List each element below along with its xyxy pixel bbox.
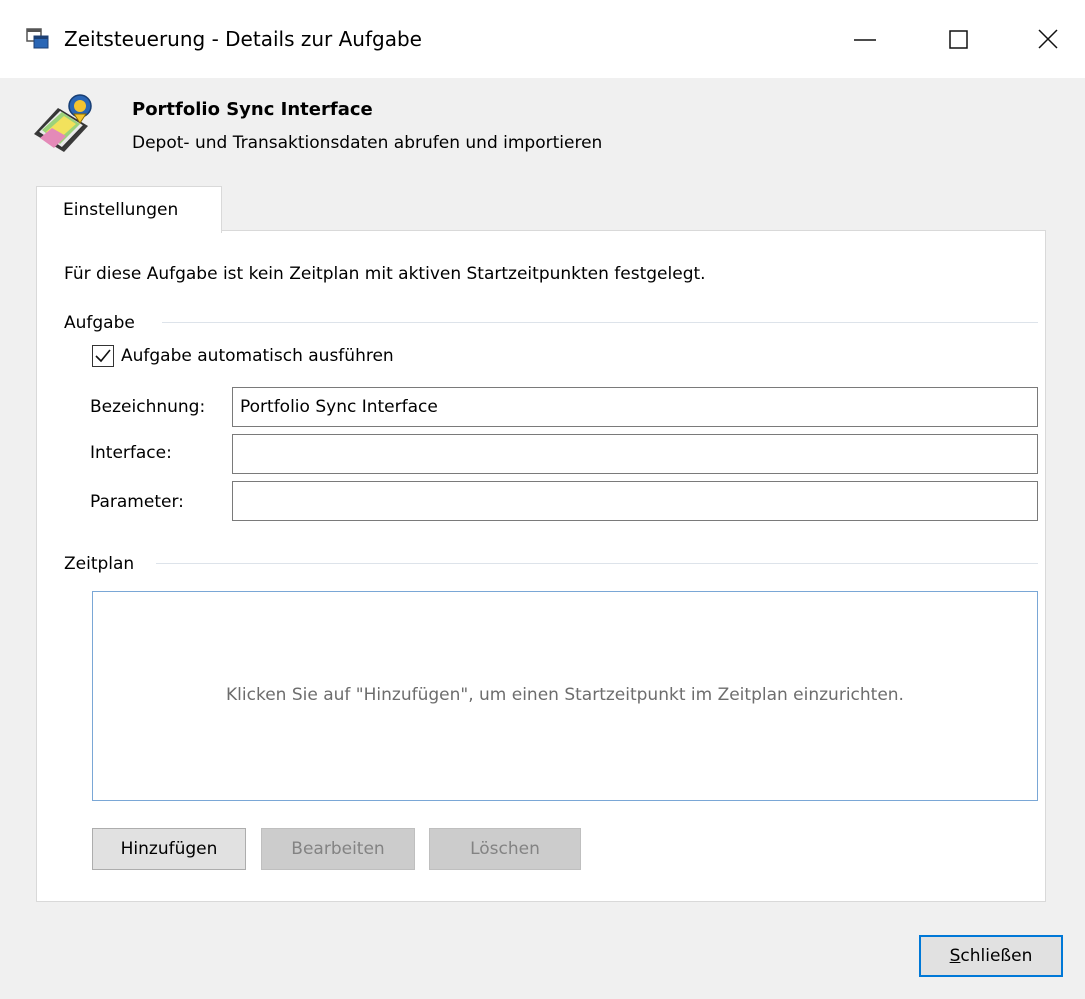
minimize-icon [854, 39, 876, 41]
maximize-icon [949, 30, 968, 49]
parameter-field[interactable] [232, 481, 1038, 521]
schedule-info-text: Für diese Aufgabe ist kein Zeitplan mit … [64, 264, 706, 284]
close-button[interactable]: Schließen [919, 935, 1063, 977]
auto-run-label[interactable]: Aufgabe automatisch ausführen [121, 344, 394, 368]
schedule-group-label: Zeitplan [64, 554, 135, 574]
group-divider [156, 563, 1038, 564]
bezeichnung-field[interactable] [232, 387, 1038, 427]
close-window-button[interactable] [1021, 18, 1075, 62]
minimize-button[interactable] [838, 18, 892, 62]
group-divider [162, 322, 1038, 323]
checkmark-icon [95, 349, 111, 363]
auto-run-checkbox[interactable] [92, 345, 114, 367]
title-bar: Zeitsteuerung - Details zur Aufgabe [0, 0, 1085, 78]
interface-label: Interface: [90, 443, 172, 463]
parameter-label: Parameter: [90, 492, 184, 512]
close-label: chließen [960, 946, 1033, 966]
tab-einstellungen[interactable]: Einstellungen [36, 186, 222, 233]
task-scheduler-icon [26, 28, 49, 49]
portfolio-sync-icon [34, 94, 92, 152]
maximize-button[interactable] [932, 18, 986, 62]
add-schedule-button[interactable]: Hinzufügen [92, 828, 246, 870]
edit-schedule-button[interactable]: Bearbeiten [261, 828, 415, 870]
task-group-label: Aufgabe [64, 313, 135, 333]
window-title: Zeitsteuerung - Details zur Aufgabe [64, 27, 422, 51]
task-title: Portfolio Sync Interface [132, 99, 373, 120]
tab-label: Einstellungen [63, 200, 179, 220]
schedule-empty-hint: Klicken Sie auf "Hinzufügen", um einen S… [226, 685, 904, 705]
settings-panel [36, 230, 1046, 902]
close-mnemonic: S [949, 946, 961, 966]
delete-schedule-button[interactable]: Löschen [429, 828, 581, 870]
schedule-list[interactable]: Klicken Sie auf "Hinzufügen", um einen S… [92, 591, 1038, 801]
close-icon [1038, 29, 1058, 49]
interface-field[interactable] [232, 434, 1038, 474]
task-description: Depot- und Transaktionsdaten abrufen und… [132, 133, 603, 153]
bezeichnung-label: Bezeichnung: [90, 397, 206, 417]
